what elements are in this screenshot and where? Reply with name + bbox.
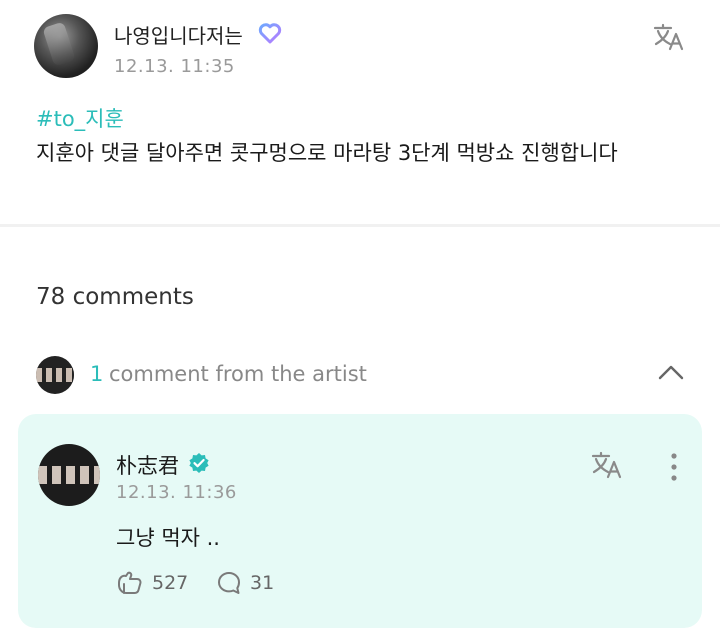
- like-icon[interactable]: [116, 570, 144, 596]
- avatar-photo: [36, 368, 74, 382]
- translate-icon[interactable]: [590, 450, 624, 480]
- artist-comment-label: comment from the artist: [109, 362, 367, 386]
- like-count: 527: [152, 572, 189, 594]
- avatar-photo: [38, 466, 100, 484]
- author-name[interactable]: 나영입니다저는: [114, 20, 243, 49]
- artist-comments-toggle[interactable]: 1 comment from the artist: [36, 356, 690, 396]
- comment-timestamp: 12.13. 11:36: [116, 482, 237, 503]
- commenter-avatar[interactable]: [38, 444, 100, 506]
- post-timestamp: 12.13. 11:35: [114, 56, 235, 77]
- post-header: 나영입니다저는 12.13. 11:35: [34, 14, 696, 84]
- reply-icon[interactable]: [216, 570, 242, 596]
- commenter-name[interactable]: 朴志君: [116, 450, 179, 480]
- post-text: 지훈아 댓글 달아주면 콧구멍으로 마라탕 3단계 먹방쇼 진행합니다: [36, 141, 618, 165]
- post-hashtag[interactable]: #to_지훈: [36, 104, 690, 134]
- more-options-icon[interactable]: [670, 452, 678, 482]
- artist-comment-count: 1: [90, 362, 104, 386]
- heart-icon: [258, 23, 282, 44]
- comment-text: 그냥 먹자 ..: [116, 526, 220, 550]
- section-divider: [0, 224, 720, 227]
- author-avatar[interactable]: [34, 14, 98, 78]
- artist-avatar-small: [36, 356, 74, 394]
- reply-count: 31: [250, 572, 275, 594]
- verified-icon: [189, 453, 209, 473]
- comments-count: 78 comments: [36, 284, 194, 310]
- translate-icon[interactable]: [652, 22, 686, 52]
- chevron-up-icon[interactable]: [656, 362, 686, 382]
- post-body: #to_지훈 지훈아 댓글 달아주면 콧구멍으로 마라탕 3단계 먹방쇼 진행합…: [36, 104, 690, 170]
- artist-comment-card: 朴志君 12.13. 11:36 그냥 먹자 .. 527 31: [18, 414, 702, 628]
